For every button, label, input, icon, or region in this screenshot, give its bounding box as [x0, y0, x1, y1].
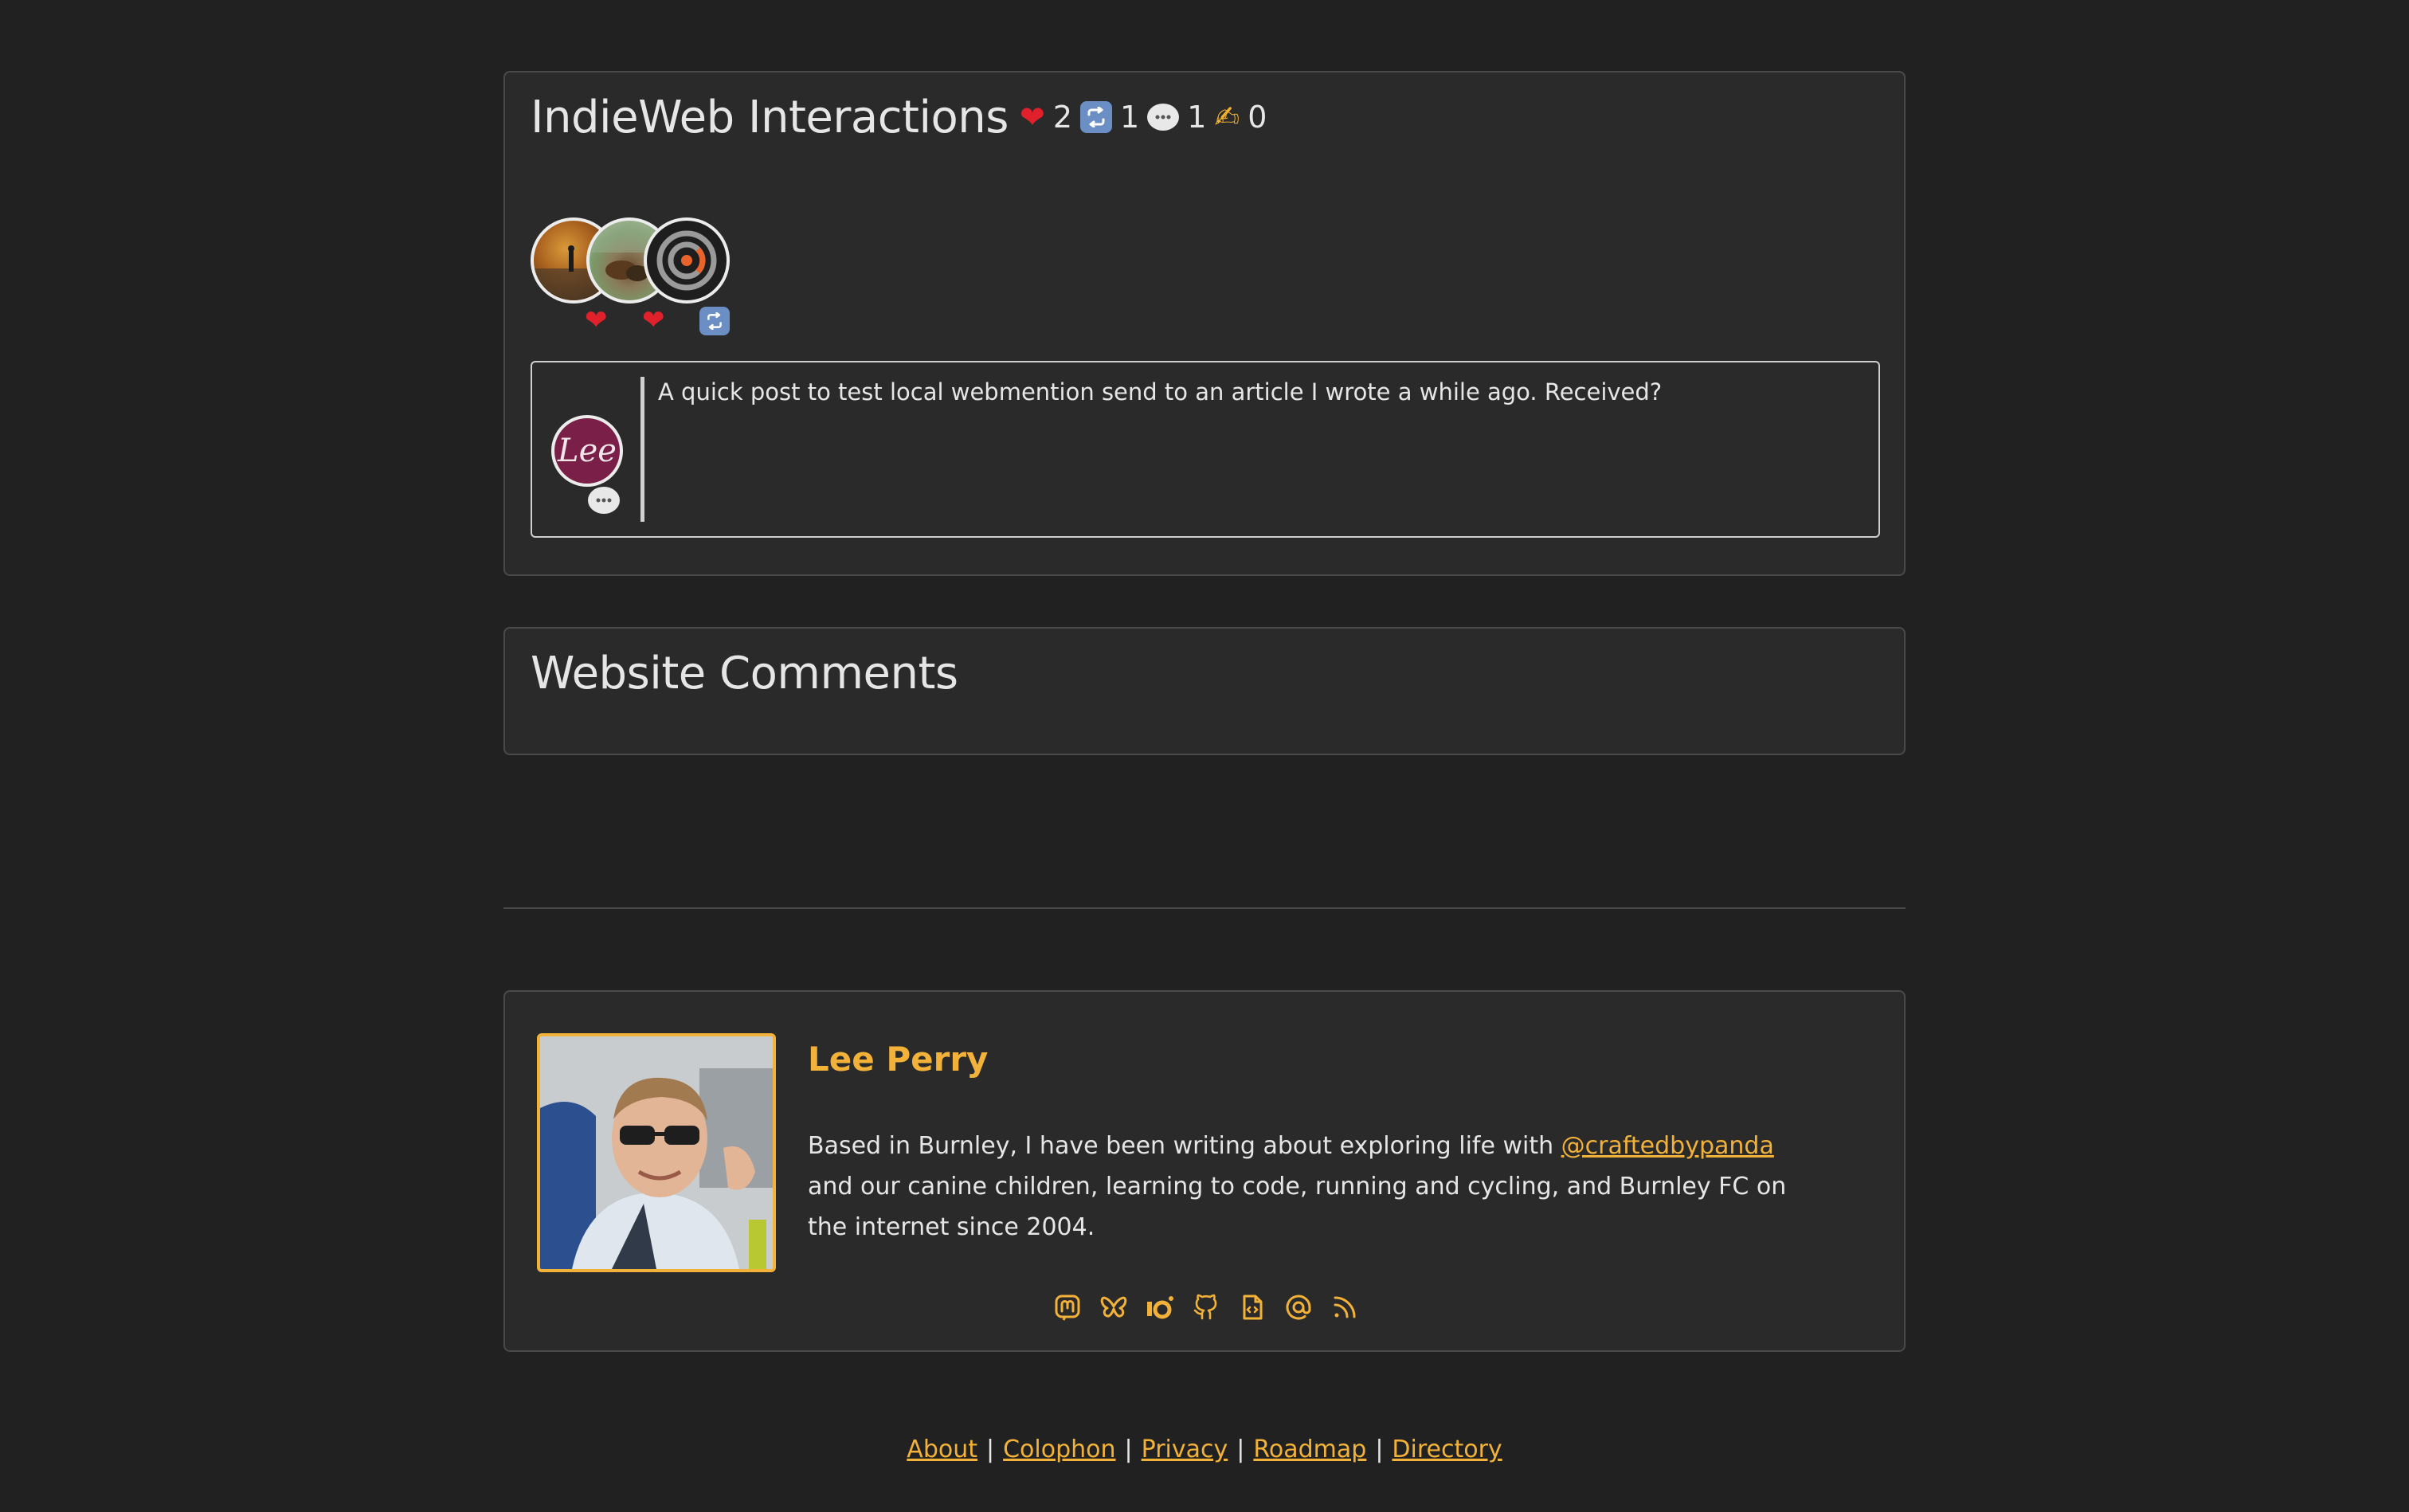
writing-hand-icon: ✍ [1214, 100, 1240, 135]
social-links [1052, 1291, 1361, 1323]
repost-badge [699, 307, 730, 335]
repost-icon [1080, 101, 1113, 133]
footer-separator: | [986, 1436, 995, 1463]
mention-count-group: ✍ 0 [1214, 100, 1267, 135]
bluesky-butterfly-icon[interactable] [1098, 1291, 1130, 1323]
speech-bubble-icon [1147, 104, 1180, 131]
footer-link-directory[interactable]: Directory [1392, 1436, 1502, 1463]
webmention-reply: Lee A quick post to test local webmentio… [531, 361, 1880, 538]
reply-author-avatar[interactable]: Lee [551, 415, 623, 487]
author-bio: Based in Burnley, I have been writing ab… [808, 1126, 1804, 1248]
author-name: Lee Perry [808, 1040, 989, 1079]
code-file-icon[interactable] [1236, 1291, 1268, 1323]
reply-count: 1 [1187, 100, 1207, 135]
mastodon-icon[interactable] [1052, 1291, 1083, 1323]
bio-text-end: and our canine children, learning to cod… [808, 1173, 1787, 1241]
repost-icon [699, 307, 730, 335]
footer-separator: | [1236, 1436, 1245, 1463]
author-card: Lee Perry Based in Burnley, I have been … [503, 990, 1906, 1352]
footer-separator: | [1375, 1436, 1384, 1463]
interactions-title: IndieWeb Interactions [531, 92, 1009, 143]
reply-text: A quick post to test local webmention se… [658, 378, 1663, 405]
comments-title: Website Comments [531, 648, 958, 699]
divider [503, 907, 1906, 909]
github-icon[interactable] [1190, 1291, 1222, 1323]
footer-separator: | [1124, 1436, 1133, 1463]
like-heart-icon: ❤ [642, 304, 665, 336]
mention-count: 0 [1248, 100, 1267, 135]
website-comments-card: Website Comments [503, 627, 1906, 755]
like-count-group: ❤ 2 [1020, 100, 1072, 135]
quote-bar [640, 377, 644, 522]
bio-text-start: Based in Burnley, I have been writing ab… [808, 1132, 1561, 1160]
footer-link-roadmap[interactable]: Roadmap [1253, 1436, 1366, 1463]
like-count: 2 [1052, 100, 1073, 135]
like-heart-icon: ❤ [585, 304, 608, 336]
footer-link-privacy[interactable]: Privacy [1142, 1436, 1228, 1463]
indieweb-interactions-card: IndieWeb Interactions ❤ 2 1 1 ✍ 0 ❤ ❤ Le… [503, 71, 1906, 576]
partner-profile-link[interactable]: @craftedbypanda [1561, 1132, 1774, 1160]
reply-count-group: 1 [1147, 100, 1206, 135]
facepile-avatar-3[interactable] [644, 217, 730, 304]
facepile: ❤ ❤ [531, 217, 770, 345]
footer-link-about[interactable]: About [907, 1436, 977, 1463]
page: IndieWeb Interactions ❤ 2 1 1 ✍ 0 ❤ ❤ Le… [0, 0, 2409, 1512]
rss-icon[interactable] [1329, 1291, 1361, 1323]
author-photo [537, 1033, 776, 1272]
email-at-icon[interactable] [1283, 1291, 1314, 1323]
micro-blog-icon[interactable] [1144, 1291, 1176, 1323]
speech-bubble-icon [588, 487, 620, 514]
footer-nav: About | Colophon | Privacy | Roadmap | D… [0, 1436, 2409, 1463]
heart-icon: ❤ [1020, 100, 1045, 135]
repost-count-group: 1 [1080, 100, 1139, 135]
repost-count: 1 [1120, 100, 1140, 135]
interaction-counts: ❤ 2 1 1 ✍ 0 [1020, 100, 1267, 135]
footer-link-colophon[interactable]: Colophon [1003, 1436, 1115, 1463]
